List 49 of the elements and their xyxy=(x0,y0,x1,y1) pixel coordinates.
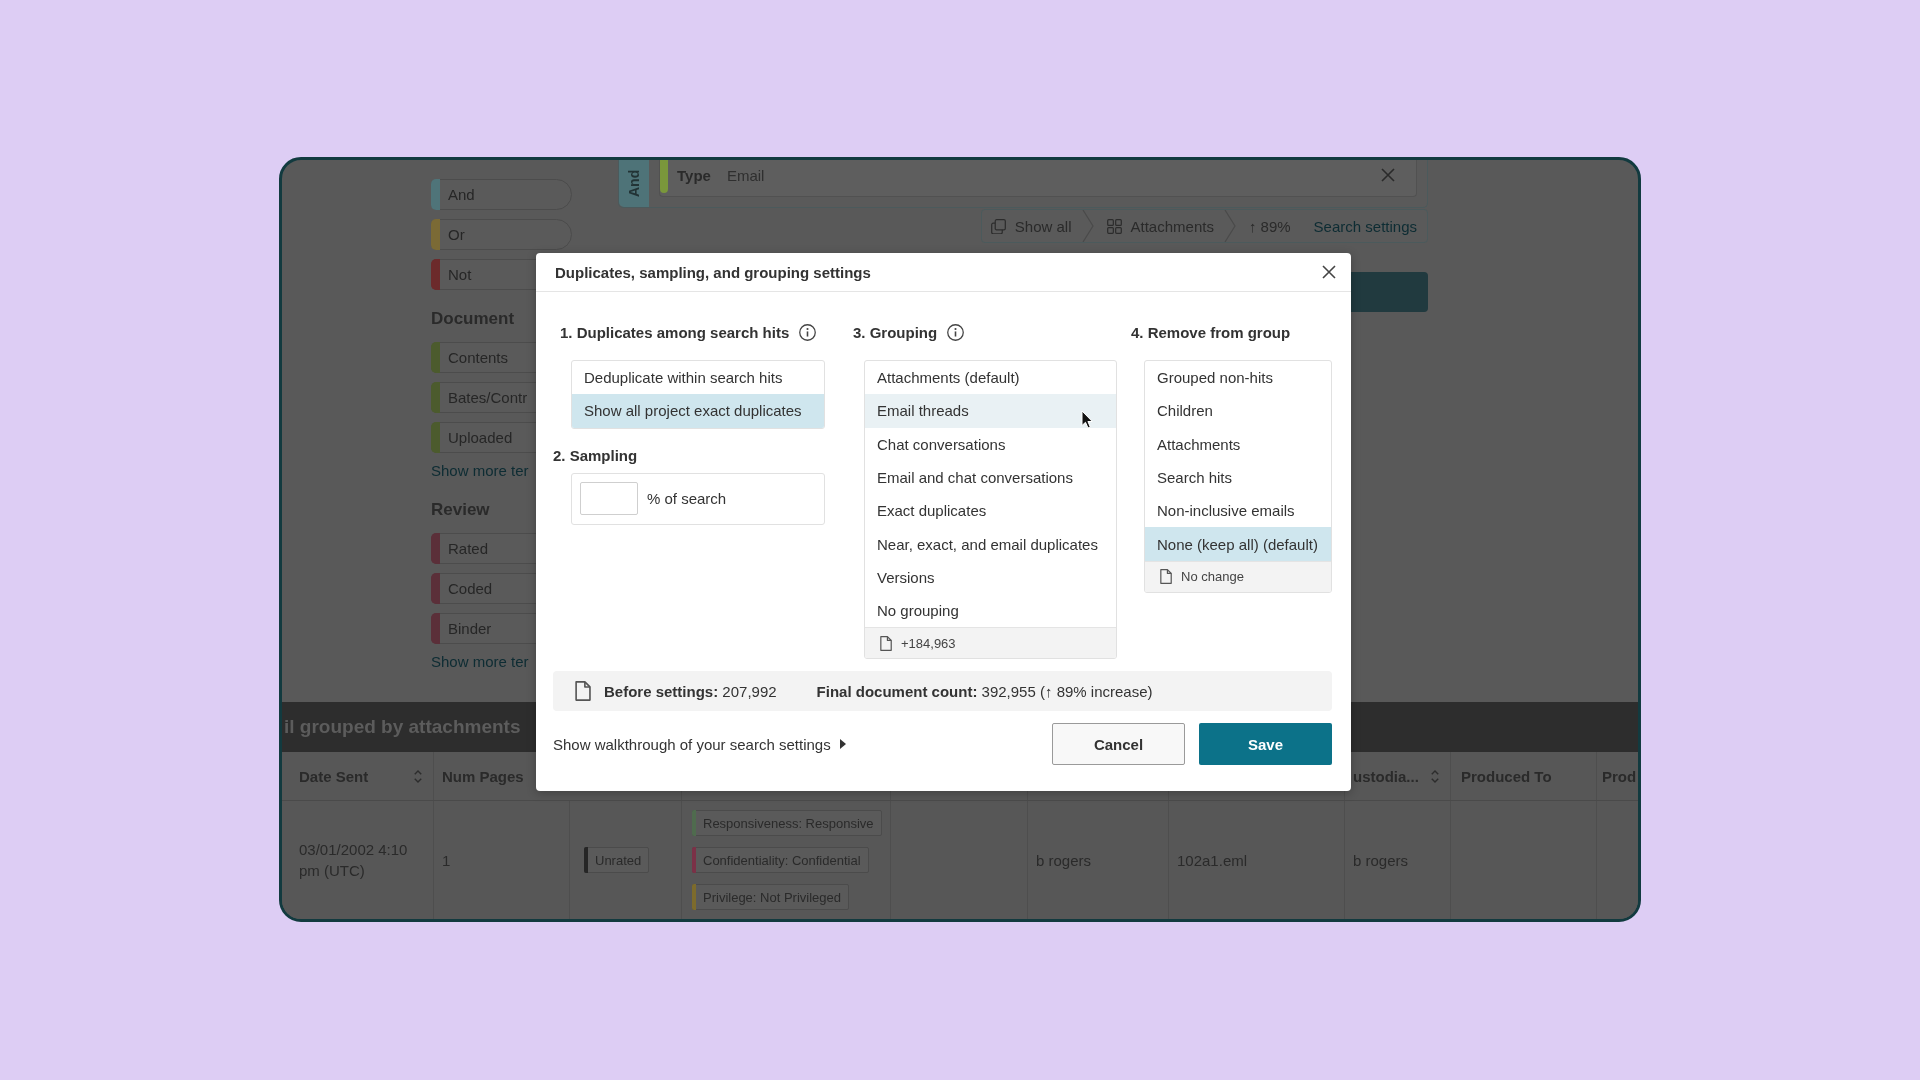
before-settings-text: Before settings: 207,992 xyxy=(604,682,777,700)
sort-icon xyxy=(1431,769,1439,783)
list-option[interactable]: Email and chat conversations xyxy=(865,460,1116,495)
list-option[interactable]: Versions xyxy=(865,560,1116,595)
info-icon xyxy=(947,323,965,341)
remove-button[interactable] xyxy=(1381,168,1395,182)
show-more-link[interactable]: Show more ter xyxy=(431,461,529,481)
document-icon xyxy=(575,681,591,702)
section-heading: 4. Remove from group xyxy=(1131,323,1291,341)
list-option[interactable]: Email threads xyxy=(865,394,1116,428)
list-option[interactable]: Attachments xyxy=(1145,427,1331,461)
caret-icon xyxy=(839,739,846,750)
close-icon xyxy=(1322,265,1336,279)
list-option[interactable]: No grouping xyxy=(865,594,1116,628)
grid-icon xyxy=(1106,218,1122,234)
document-icon xyxy=(880,635,892,651)
list-option[interactable]: Near, exact, and email duplicates xyxy=(865,527,1116,561)
close-icon xyxy=(1381,168,1395,182)
list-option[interactable]: Chat conversations xyxy=(865,427,1116,461)
settings-link[interactable]: Search settings xyxy=(1300,210,1427,242)
mouse-cursor-icon xyxy=(1081,410,1093,429)
dialog-title: Duplicates, sampling, and grouping settings xyxy=(555,263,871,281)
list-option[interactable]: Search hits xyxy=(1145,460,1331,495)
copy-icon xyxy=(990,218,1006,234)
operator-label: And xyxy=(619,160,649,207)
list-option[interactable]: Exact duplicates xyxy=(865,494,1116,528)
input-suffix: % of search xyxy=(647,490,727,508)
document-count: No change xyxy=(1181,569,1244,585)
section-heading: 2. Sampling xyxy=(553,447,638,465)
close-button[interactable] xyxy=(1322,265,1336,279)
list-option[interactable]: Children xyxy=(1145,394,1331,428)
list-option[interactable]: Non-inclusive emails xyxy=(1145,494,1331,528)
document-count: +184,963 xyxy=(901,635,956,651)
show-more-link[interactable]: Show more ter xyxy=(431,652,529,672)
sort-icon xyxy=(414,769,422,783)
final-count-text: Final document count: 392,955 (↑ 89% increase) xyxy=(816,682,1153,700)
walkthrough-link[interactable]: Show walkthrough of your search settings xyxy=(553,735,846,753)
list-option[interactable]: Deduplicate within search hits xyxy=(572,361,824,395)
list-option[interactable]: Show all project exact duplicates xyxy=(572,394,824,428)
section-heading: 1. Duplicates among search hits xyxy=(560,323,790,341)
info-icon xyxy=(799,323,817,341)
list-option[interactable]: Attachments (default) xyxy=(865,361,1116,395)
document-icon xyxy=(1160,569,1172,585)
list-option[interactable]: Grouped non-hits xyxy=(1145,361,1331,395)
cancel-button[interactable]: Cancel xyxy=(1052,723,1185,766)
section-heading: 3. Grouping xyxy=(853,323,938,341)
list-option[interactable]: None (keep all) (default) xyxy=(1145,527,1331,561)
percent-input[interactable] xyxy=(580,482,638,516)
save-button[interactable]: Save xyxy=(1199,723,1332,766)
